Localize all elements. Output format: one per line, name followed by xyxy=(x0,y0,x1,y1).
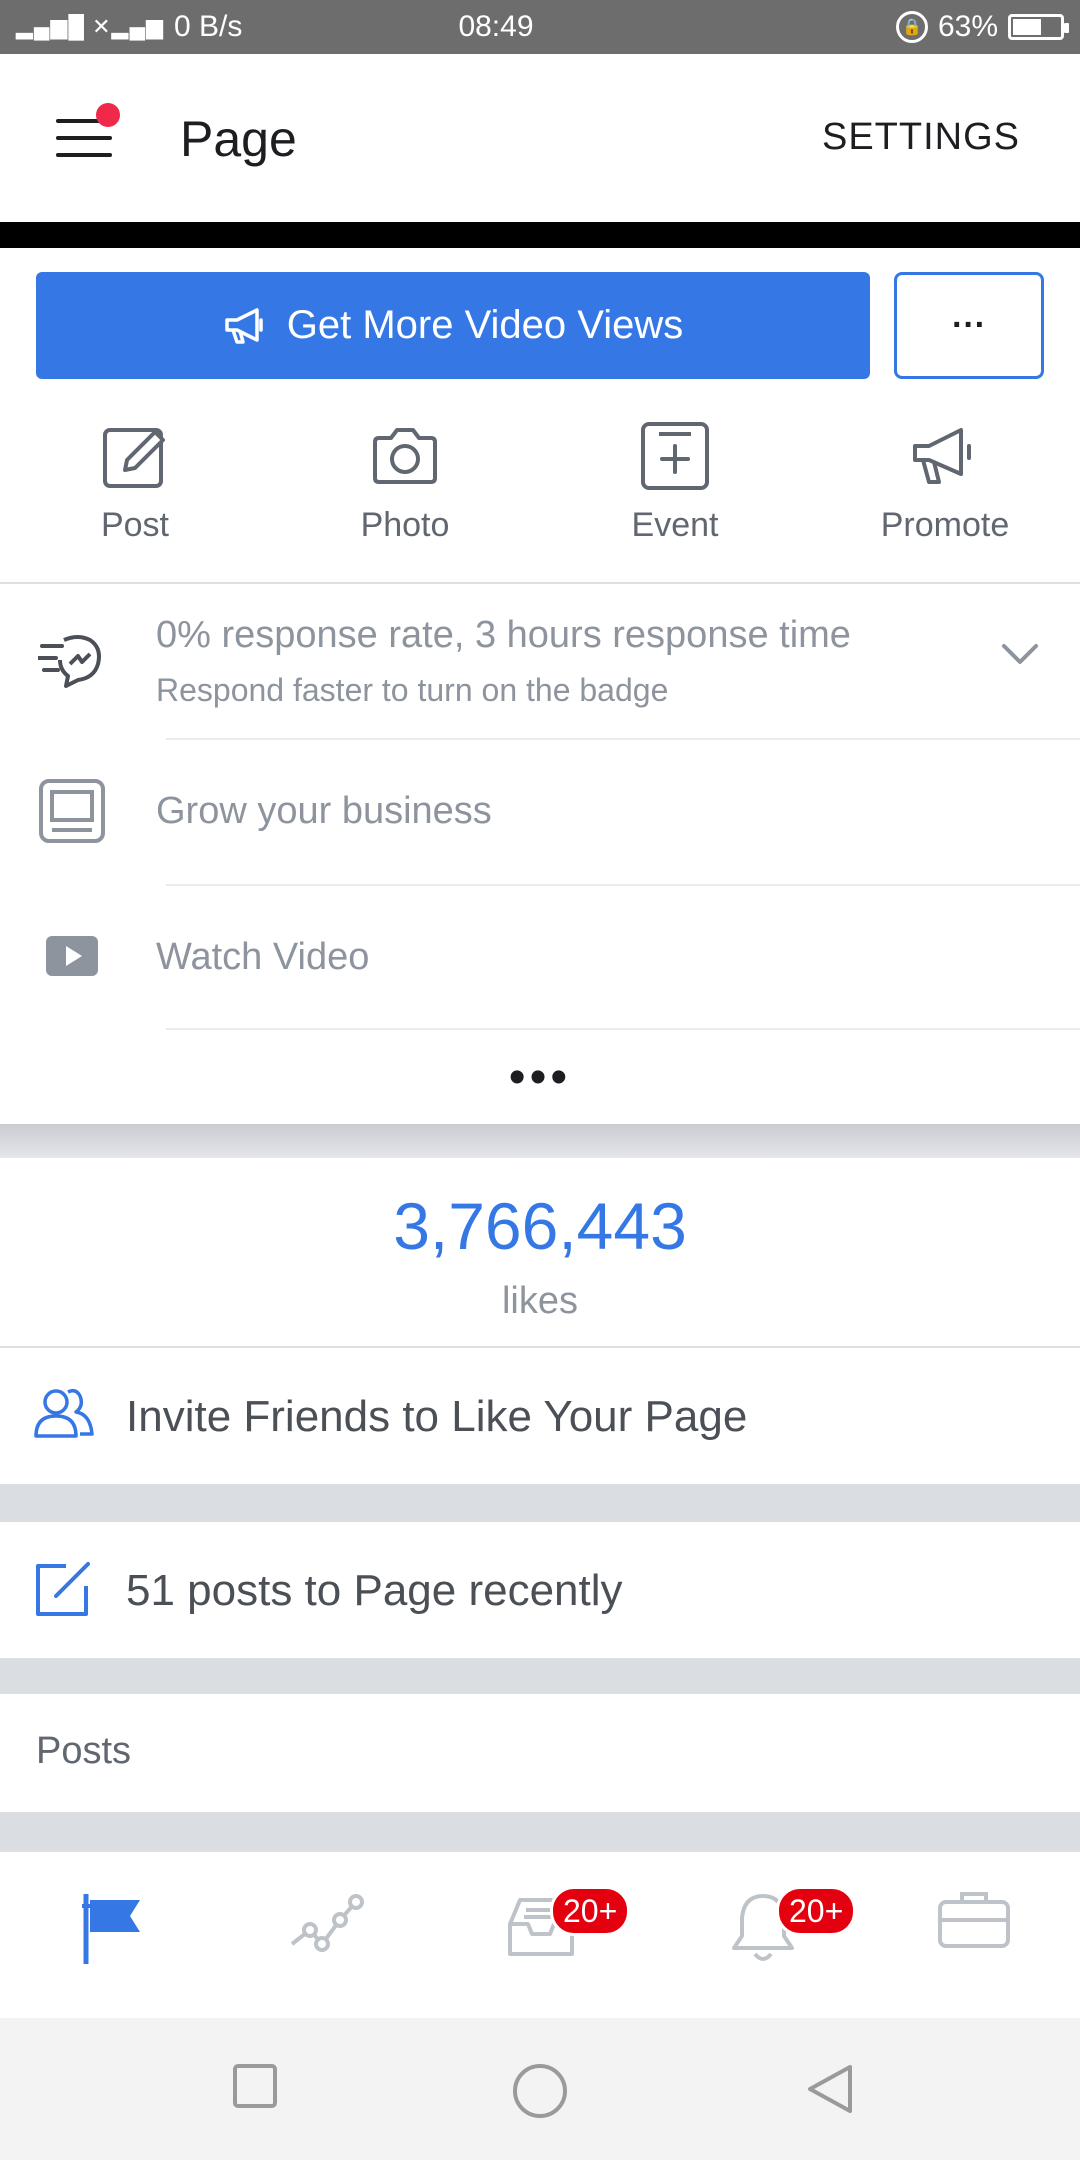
recent-posts-text: 51 posts to Page recently xyxy=(126,1566,623,1615)
megaphone-icon xyxy=(224,307,263,344)
briefcase-icon xyxy=(938,1892,1010,1948)
likes-label: likes xyxy=(501,1280,579,1322)
grow-business-text: Grow your business xyxy=(156,790,492,832)
battery-icon xyxy=(1008,14,1069,40)
posts-section-header: Posts xyxy=(0,1694,1080,1812)
section-separator xyxy=(0,1658,1080,1694)
tab-insights[interactable] xyxy=(278,1890,378,1980)
promote-label: Promote xyxy=(880,506,1010,544)
section-separator xyxy=(0,1484,1080,1522)
posts-header-text: Posts xyxy=(36,1730,132,1772)
edit-icon xyxy=(103,428,165,488)
tab-notifications[interactable]: 20+ xyxy=(718,1886,857,1980)
watch-video-row[interactable]: Watch Video xyxy=(0,886,1080,1028)
tab-tools[interactable] xyxy=(926,1890,1026,1980)
back-triangle-icon[interactable] xyxy=(804,2063,856,2115)
notification-dot xyxy=(96,103,120,127)
inbox-badge: 20+ xyxy=(550,1886,631,1936)
tab-inbox[interactable]: 20+ xyxy=(496,1886,631,1980)
watch-video-text: Watch Video xyxy=(156,936,370,978)
battery-fill xyxy=(1013,19,1041,35)
page-title: Page xyxy=(180,111,297,167)
chevron-down-icon[interactable] xyxy=(1000,642,1040,666)
event-label: Event xyxy=(631,506,719,544)
event-icon xyxy=(641,422,709,490)
battery-percent: 63% xyxy=(937,10,998,43)
status-time: 08:49 xyxy=(458,10,534,43)
grow-business-row[interactable]: Grow your business xyxy=(0,740,1080,884)
response-hint-text: Respond faster to turn on the badge xyxy=(156,672,669,708)
flag-icon xyxy=(82,1894,140,1964)
recent-posts-row[interactable]: 51 posts to Page recently xyxy=(0,1522,1080,1656)
status-bar: ▂▄▆█ ✕▂▄▆ 0 B/s 08:49 🔒 63% xyxy=(0,0,1080,54)
cover-strip xyxy=(0,222,1080,248)
friends-icon xyxy=(34,1388,94,1438)
invite-friends-row[interactable]: Invite Friends to Like Your Page xyxy=(0,1348,1080,1482)
bottom-tab-bar: 20+ 20+ xyxy=(0,1850,1080,2018)
settings-button[interactable]: SETTINGS xyxy=(822,116,1020,159)
event-action[interactable]: Event xyxy=(540,420,810,582)
camera-icon xyxy=(373,428,437,484)
section-separator xyxy=(0,1812,1080,1850)
see-more-button[interactable]: ••• xyxy=(0,1050,1080,1105)
get-more-video-views-button[interactable]: Get More Video Views xyxy=(36,272,870,379)
megaphone-icon xyxy=(913,428,971,484)
likes-count: 3,766,443 xyxy=(393,1189,687,1263)
status-right: 🔒 63% xyxy=(895,10,1069,44)
notifications-badge: 20+ xyxy=(776,1886,857,1936)
menu-button[interactable] xyxy=(40,103,120,169)
post-label: Post xyxy=(100,506,170,544)
post-action[interactable]: Post xyxy=(0,420,270,582)
quick-actions: Post Photo Event Promote xyxy=(0,420,1080,582)
more-options-button[interactable]: ··· xyxy=(894,272,1044,379)
rotation-lock-icon: 🔒 xyxy=(895,11,928,43)
tab-page[interactable] xyxy=(70,1890,170,1980)
recents-square-icon[interactable] xyxy=(232,2063,278,2109)
promote-action[interactable]: Promote xyxy=(810,420,1080,582)
home-circle-icon[interactable] xyxy=(512,2063,568,2119)
photo-label: Photo xyxy=(360,506,450,544)
compose-icon xyxy=(36,1562,90,1616)
app-header: Page SETTINGS xyxy=(0,54,1080,222)
photo-action[interactable]: Photo xyxy=(270,420,540,582)
invite-friends-text: Invite Friends to Like Your Page xyxy=(126,1392,748,1441)
cta-label: Get More Video Views xyxy=(286,303,684,347)
response-rate-text: 0% response rate, 3 hours response time xyxy=(156,614,851,656)
system-nav-bar xyxy=(0,2018,1080,2160)
response-rate-row[interactable]: 0% response rate, 3 hours response time … xyxy=(0,584,1080,738)
video-play-icon xyxy=(46,936,98,976)
insights-icon xyxy=(290,1894,364,1952)
menu-line xyxy=(56,136,112,140)
fast-response-icon xyxy=(38,635,101,688)
section-separator xyxy=(0,1124,1080,1158)
computer-icon xyxy=(39,779,105,843)
row-divider xyxy=(166,1028,1080,1030)
menu-line xyxy=(56,153,112,157)
